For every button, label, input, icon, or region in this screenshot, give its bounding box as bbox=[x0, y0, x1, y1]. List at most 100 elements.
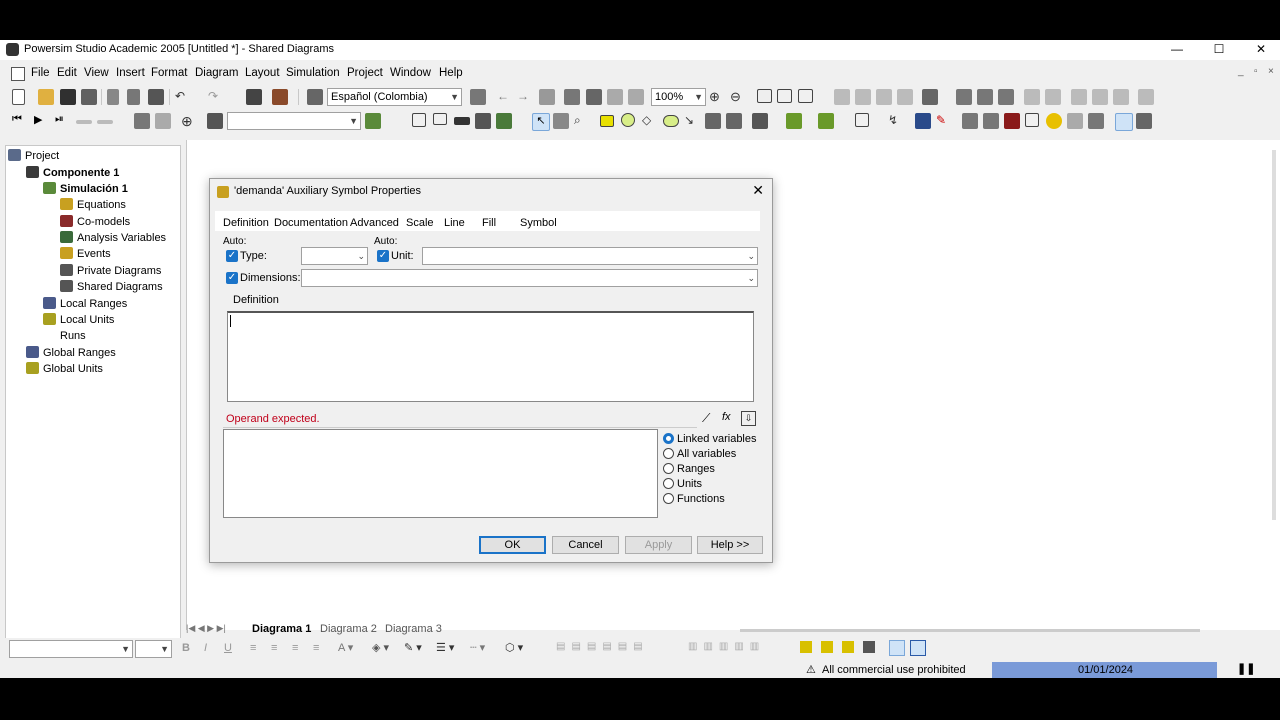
binoculars-icon[interactable] bbox=[564, 89, 580, 105]
copy-icon[interactable] bbox=[127, 89, 140, 105]
menu-file[interactable]: File bbox=[31, 67, 50, 79]
spacing-icons[interactable]: ▥▥▥▥▥ bbox=[688, 641, 765, 652]
layer-icon[interactable] bbox=[956, 89, 972, 105]
menu-help[interactable]: Help bbox=[439, 67, 463, 79]
stop-icon[interactable] bbox=[97, 120, 113, 124]
tab-scale[interactable]: Scale bbox=[406, 217, 434, 229]
function-icon[interactable]: fx bbox=[722, 411, 738, 427]
tree-node-local-ranges[interactable]: Local Ranges bbox=[43, 297, 127, 310]
square-icon[interactable] bbox=[855, 113, 869, 127]
tree-node-shared-diagrams[interactable]: Shared Diagrams bbox=[60, 280, 163, 293]
tree-node-runs[interactable]: Runs bbox=[43, 329, 86, 342]
undo-icon[interactable]: ↶ bbox=[175, 89, 191, 105]
close-button[interactable]: ✕ bbox=[1246, 41, 1276, 59]
menu-window[interactable]: Window bbox=[390, 67, 431, 79]
radio-all-variables[interactable]: All variables bbox=[663, 447, 757, 462]
tab-advanced[interactable]: Advanced bbox=[350, 217, 399, 229]
play-icon[interactable]: ▶ bbox=[34, 113, 50, 129]
italic-icon[interactable]: I bbox=[204, 642, 207, 654]
flip-icon[interactable] bbox=[876, 89, 892, 105]
align-2-icon[interactable] bbox=[855, 89, 871, 105]
slider-icon[interactable] bbox=[1067, 113, 1083, 129]
menu-view[interactable]: View bbox=[84, 67, 109, 79]
font-select[interactable]: ▼ bbox=[9, 640, 133, 658]
connect-2-icon[interactable] bbox=[1045, 89, 1061, 105]
mdi-close-icon[interactable]: × bbox=[1268, 66, 1274, 77]
layer-2-icon[interactable] bbox=[977, 89, 993, 105]
comodel-icon[interactable] bbox=[663, 115, 679, 127]
tree-node-global-ranges[interactable]: Global Ranges bbox=[26, 346, 116, 359]
new-icon[interactable] bbox=[12, 89, 25, 105]
definition-textarea[interactable] bbox=[227, 311, 754, 402]
menu-simulation[interactable]: Simulation bbox=[286, 67, 340, 79]
stock-icon[interactable] bbox=[475, 113, 491, 129]
zoom-select[interactable]: 100% ▼ bbox=[651, 88, 706, 106]
pause-icon[interactable]: ❚❚ bbox=[1237, 662, 1255, 675]
zoom-in-icon[interactable]: ⊕ bbox=[709, 89, 725, 105]
mdi-minimize-icon[interactable]: _ bbox=[1238, 66, 1244, 77]
back-icon[interactable]: ← bbox=[497, 89, 513, 105]
chart-icon[interactable] bbox=[962, 113, 978, 129]
dimensions-select[interactable]: ⌄ bbox=[301, 269, 758, 287]
paste-icon[interactable] bbox=[148, 89, 164, 105]
edit-icon[interactable] bbox=[1136, 113, 1152, 129]
rewind-icon[interactable]: ⏮ bbox=[12, 113, 28, 129]
brush-icon[interactable] bbox=[786, 113, 802, 129]
plus-icon[interactable] bbox=[818, 113, 834, 129]
find-icon[interactable] bbox=[470, 89, 486, 105]
ruler-icon[interactable] bbox=[1138, 89, 1154, 105]
frame-icon[interactable] bbox=[433, 113, 447, 125]
ok-button[interactable]: OK bbox=[479, 536, 546, 554]
gauge-icon[interactable] bbox=[1046, 113, 1062, 129]
variables-list[interactable] bbox=[223, 429, 658, 518]
underline-icon[interactable]: U bbox=[224, 642, 232, 654]
show-grid-icon[interactable] bbox=[910, 640, 926, 656]
line-style-icon[interactable]: ┄ ▾ bbox=[470, 641, 485, 654]
tab-nav-icon[interactable]: |◀ ◀ ▶ ▶| bbox=[186, 623, 226, 634]
constant-icon[interactable]: ◇ bbox=[642, 113, 658, 129]
open-icon[interactable] bbox=[38, 89, 54, 105]
flow-icon[interactable] bbox=[496, 113, 512, 129]
table-icon[interactable] bbox=[983, 113, 999, 129]
fill-color-icon[interactable]: ◈ ▾ bbox=[372, 641, 389, 654]
view-icon[interactable] bbox=[798, 89, 813, 103]
grid-icon[interactable] bbox=[1025, 113, 1039, 127]
scenario-icon[interactable] bbox=[365, 113, 381, 129]
shapes-icon[interactable] bbox=[922, 89, 938, 105]
radio-functions[interactable]: Functions bbox=[663, 492, 757, 507]
align-left-icon[interactable]: ≡ bbox=[250, 642, 256, 654]
horizontal-scrollbar[interactable] bbox=[740, 629, 1200, 632]
tool-icon[interactable] bbox=[628, 89, 644, 105]
forward-icon[interactable] bbox=[842, 641, 854, 653]
tree-node-co-models[interactable]: Co-models bbox=[60, 215, 130, 228]
flip-2-icon[interactable] bbox=[897, 89, 913, 105]
print-icon[interactable] bbox=[81, 89, 97, 105]
target-icon[interactable]: ⊕ bbox=[181, 113, 197, 129]
vertical-scrollbar[interactable] bbox=[1272, 150, 1276, 520]
tree-node-local-units[interactable]: Local Units bbox=[43, 313, 114, 326]
backward-icon[interactable] bbox=[863, 641, 875, 653]
tree-node-equations[interactable]: Equations bbox=[60, 198, 126, 211]
bold-icon[interactable]: B bbox=[182, 642, 190, 654]
pointer-icon[interactable]: ↖ bbox=[532, 113, 550, 131]
auxiliary-icon[interactable] bbox=[621, 113, 635, 127]
select-icon[interactable] bbox=[553, 113, 569, 129]
font-color-icon[interactable]: A ▾ bbox=[338, 641, 353, 654]
level-icon[interactable] bbox=[600, 115, 614, 127]
bar-chart-icon[interactable] bbox=[1004, 113, 1020, 129]
redo-icon[interactable]: ↷ bbox=[208, 89, 224, 105]
group-icon[interactable] bbox=[1071, 89, 1087, 105]
tab-diagrama-1[interactable]: Diagrama 1 bbox=[252, 623, 311, 635]
snap-grid-icon[interactable] bbox=[889, 640, 905, 656]
tree-node-global-units[interactable]: Global Units bbox=[26, 362, 103, 375]
line-width-icon[interactable]: ☰ ▾ bbox=[436, 641, 454, 654]
pause-icon[interactable] bbox=[76, 120, 92, 124]
mdi-restore-icon[interactable]: ▫ bbox=[1254, 66, 1258, 77]
active-tool-icon[interactable] bbox=[1115, 113, 1133, 131]
align-center-icon[interactable]: ≡ bbox=[271, 642, 277, 654]
tree-node-private-diagrams[interactable]: Private Diagrams bbox=[60, 264, 161, 277]
cancel-button[interactable]: Cancel bbox=[552, 536, 619, 554]
radio-linked-variables[interactable]: Linked variables bbox=[663, 432, 757, 447]
order-icon[interactable] bbox=[1113, 89, 1129, 105]
send-back-icon[interactable] bbox=[821, 641, 833, 653]
